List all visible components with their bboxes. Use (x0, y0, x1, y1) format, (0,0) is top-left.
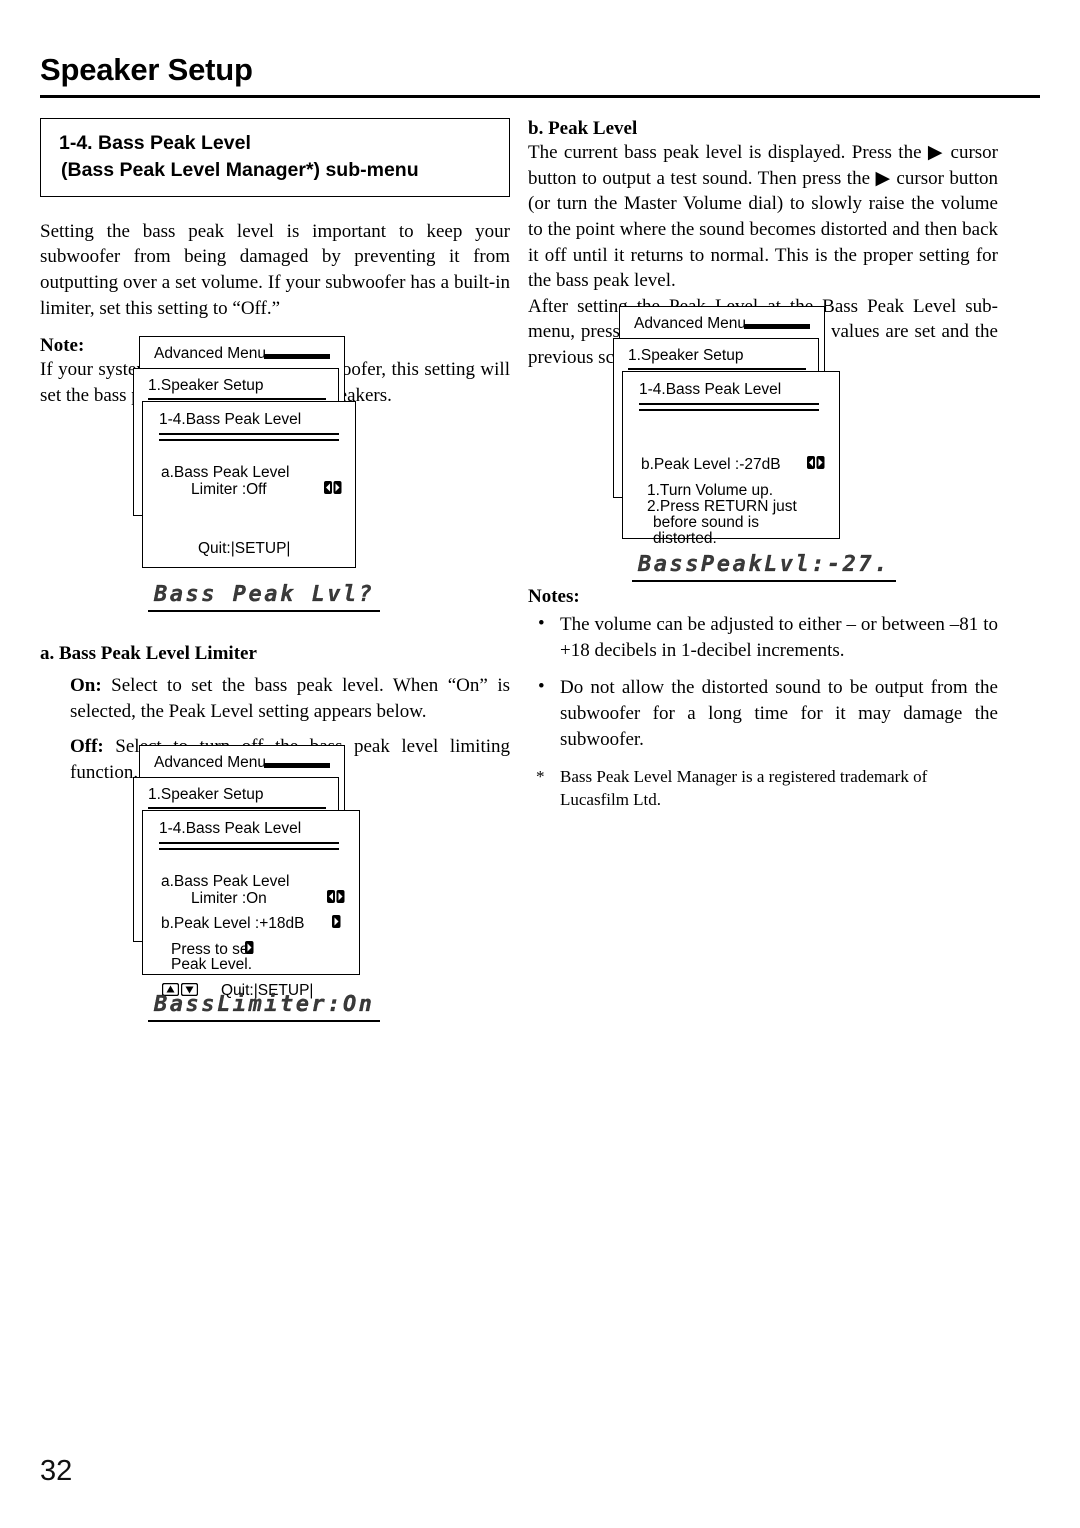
title-rule (40, 95, 1040, 98)
osd-item-b: b.Peak Level :-27dB (641, 456, 781, 473)
osd-card-bass-peak-level: 1-4.Bass Peak Level a.Bass Peak Level Li… (142, 810, 360, 999)
osd-item-a-line1: a.Bass Peak Level (161, 464, 290, 481)
osd-title-bar-double (639, 403, 819, 411)
heading-line-1: 1-4. Bass Peak Level (59, 132, 251, 154)
intro-paragraph: Setting the bass peak level is important… (40, 220, 510, 319)
lcd-display-3-wrap: BassPeakLvl:-27. (632, 552, 896, 582)
option-off-label: Off: (70, 736, 104, 758)
osd-title-bass-peak-level: 1-4.Bass Peak Level (159, 820, 302, 837)
lcd-display-2: BassLimiter:On (148, 992, 381, 1022)
osd-item-b: b.Peak Level :+18dB (161, 915, 305, 932)
right-cursor-icon (332, 915, 341, 928)
osd-title-bass-peak-level: 1-4.Bass Peak Level (639, 381, 782, 398)
osd-quit-label: Quit:|SETUP| (198, 540, 291, 557)
section-b-paragraph-1: The current bass peak level is displayed… (528, 142, 998, 292)
section-a-title: a. Bass Peak Level Limiter (40, 643, 257, 664)
osd-title-advanced-menu: Advanced Menu (634, 315, 747, 332)
osd-diagram-peak-level: Advanced Menu 1.Speaker Setup 1-4.Bass P… (613, 306, 848, 547)
option-on-text: Select to set the bass peak level. When … (70, 675, 510, 722)
osd-title-advanced-menu: Advanced Menu (154, 345, 267, 362)
note-item-text: The volume can be adjusted to either – o… (560, 614, 998, 661)
bullet-icon: • (538, 613, 545, 634)
footnote-marker: * (536, 767, 545, 787)
trademark-footnote: * Bass Peak Level Manager is a registere… (528, 766, 998, 812)
bullet-icon: • (538, 676, 545, 698)
osd-diagram-limiter-on: Advanced Menu 1.Speaker Setup 1-4.Bass P… (133, 745, 368, 999)
osd-item-a-line2: Limiter :On (191, 890, 267, 907)
osd-title-bass-peak-level: 1-4.Bass Peak Level (159, 411, 302, 428)
option-on-row: On: Select to set the bass peak level. W… (70, 673, 510, 724)
osd-item-a-line2: Limiter :Off (191, 481, 267, 498)
note-item: • Do not allow the distorted sound to be… (528, 675, 998, 752)
osd-title-speaker-setup: 1.Speaker Setup (148, 377, 264, 394)
lcd-display-3: BassPeakLvl:-27. (632, 552, 896, 582)
osd-item-a-line1: a.Bass Peak Level (161, 873, 290, 890)
osd-title-speaker-setup: 1.Speaker Setup (628, 347, 744, 364)
osd-card-bass-peak-level: 1-4.Bass Peak Level a.Bass Peak Level Li… (142, 401, 356, 568)
page-number: 32 (40, 1455, 73, 1487)
osd-title-bar (744, 324, 810, 329)
left-right-cursor-icon (324, 481, 342, 494)
right-cursor-icon-inline (245, 941, 254, 954)
osd-title-bar-double (159, 433, 339, 441)
notes-label: Notes: (528, 586, 580, 607)
lcd-display-1: Bass Peak Lvl? (148, 582, 381, 612)
osd-title-bar (264, 354, 330, 359)
osd-diagram-limiter-off: Advanced Menu 1.Speaker Setup 1-4.Bass P… (133, 336, 363, 571)
left-right-cursor-icon (807, 456, 825, 469)
note-item-text: Do not allow the distorted sound to be o… (560, 677, 998, 750)
osd-hint-line2: Peak Level. (171, 956, 252, 973)
heading-line-2: (Bass Peak Level Manager*) sub-menu (61, 158, 419, 181)
notes-list: • The volume can be adjusted to either –… (528, 612, 998, 752)
osd-title-speaker-setup: 1.Speaker Setup (148, 786, 264, 803)
sub-menu-heading-box: 1-4. Bass Peak Level (Bass Peak Level Ma… (40, 118, 510, 197)
left-right-cursor-icon (327, 890, 345, 903)
osd-title-bar (264, 763, 330, 768)
notes-block: Notes: • The volume can be adjusted to e… (528, 586, 998, 812)
osd-title-advanced-menu: Advanced Menu (154, 754, 267, 771)
section-b-title: b. Peak Level (528, 118, 638, 139)
osd-step-4: distorted. (653, 530, 717, 547)
lcd-display-1-wrap: Bass Peak Lvl? (148, 582, 381, 612)
osd-card-bass-peak-level: 1-4.Bass Peak Level b.Peak Level :-27dB … (622, 371, 840, 547)
note-item: • The volume can be adjusted to either –… (528, 612, 998, 663)
osd-title-bar-double (159, 842, 339, 850)
page-title: Speaker Setup (40, 52, 253, 87)
option-on-label: On: (70, 675, 102, 696)
footnote-text: Bass Peak Level Manager is a registered … (560, 767, 928, 810)
lcd-display-2-wrap: BassLimiter:On (148, 992, 381, 1022)
